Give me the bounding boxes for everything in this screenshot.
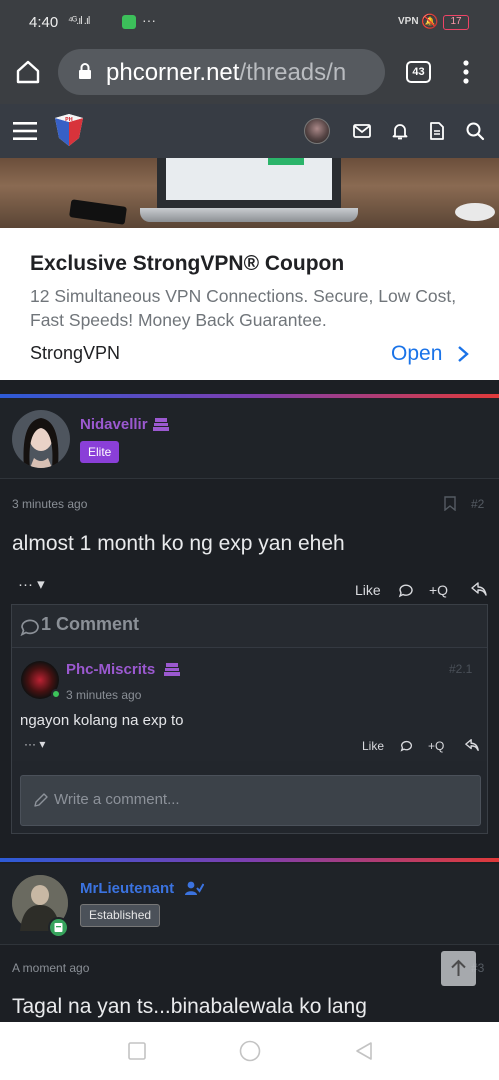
notification-app-icon <box>122 15 136 29</box>
rank-icon <box>164 663 180 676</box>
nav-home-icon[interactable] <box>239 1040 261 1062</box>
nav-back-icon[interactable] <box>354 1041 374 1061</box>
online-indicator <box>51 689 61 699</box>
ad-open-button[interactable]: Open <box>391 342 442 366</box>
battery-indicator: 17 <box>443 15 469 30</box>
home-icon[interactable] <box>15 59 41 85</box>
svg-text:PH: PH <box>65 117 73 123</box>
ad-screen-button <box>268 158 304 165</box>
divider <box>0 478 499 479</box>
url-host: phcorner.net <box>106 59 240 86</box>
arrow-up-icon <box>451 959 466 976</box>
comment-more-button[interactable]: ··· ▾ <box>24 737 45 751</box>
verified-user-icon <box>185 881 204 895</box>
hamburger-icon[interactable] <box>13 121 37 141</box>
search-icon[interactable] <box>465 121 485 141</box>
vpn-indicator: VPN <box>398 16 419 27</box>
kebab-icon[interactable] <box>458 58 474 86</box>
ad-brand: StrongVPN <box>30 343 121 363</box>
document-icon[interactable] <box>427 121 447 141</box>
ad-laptop-screen <box>166 158 332 200</box>
user-badge: Elite <box>80 441 120 463</box>
post-user-card <box>0 864 499 944</box>
comment-quote-button[interactable]: +Q <box>428 739 444 753</box>
status-time: 4:40 <box>29 14 59 31</box>
comment-author-name[interactable]: Phc-Miscrits <box>66 661 155 678</box>
lock-icon <box>79 63 91 79</box>
ad-laptop-base <box>140 208 358 222</box>
like-button[interactable]: Like <box>355 582 381 598</box>
post-number[interactable]: #2 <box>471 497 484 511</box>
post-author-name[interactable]: Nidavellir <box>80 416 148 433</box>
post-author-avatar[interactable] <box>12 410 70 468</box>
bookmark-icon[interactable] <box>444 496 456 511</box>
ad-title[interactable]: Exclusive StrongVPN® Coupon <box>30 252 344 276</box>
nav-recent-icon[interactable] <box>127 1041 147 1061</box>
share-icon[interactable] <box>471 581 487 597</box>
mail-icon[interactable] <box>352 121 372 141</box>
post-divider <box>0 858 499 862</box>
pencil-icon <box>34 793 48 807</box>
comment-more-label: ··· <box>24 737 36 751</box>
chevron-right-icon[interactable] <box>456 345 470 363</box>
url-path: /threads/n <box>239 59 347 86</box>
comment-like-button[interactable]: Like <box>362 739 384 753</box>
comments-title[interactable]: 1 Comment <box>41 614 139 635</box>
post-body: almost 1 month ko ng exp yan eheh <box>12 532 345 555</box>
post-user-card <box>0 398 499 478</box>
user-badge: Established <box>80 904 161 927</box>
scroll-to-top-button[interactable] <box>441 951 476 986</box>
more-options-label: ··· <box>18 576 33 593</box>
write-comment-placeholder[interactable]: Write a comment... <box>54 791 180 808</box>
comment-icon[interactable] <box>398 582 414 598</box>
mute-icon: 🔕 <box>421 13 439 29</box>
ad-description: 12 Simultaneous VPN Connections. Secure,… <box>30 286 457 330</box>
post-author-name[interactable]: MrLieutenant <box>80 880 174 897</box>
more-notifications-indicator: ··· <box>142 12 156 28</box>
user-avatar[interactable] <box>304 118 330 144</box>
comment-number[interactable]: #2.1 <box>449 662 472 676</box>
comment-body: ngayon kolang na exp to <box>20 712 184 729</box>
post-time[interactable]: A moment ago <box>12 961 89 975</box>
quote-button[interactable]: +Q <box>429 582 448 598</box>
signal-indicator: ⁴ᴳ.ıl .ıl <box>68 15 90 27</box>
site-logo[interactable]: PH <box>51 112 87 148</box>
comment-icon <box>20 619 39 636</box>
tabs-icon[interactable]: 43 <box>406 61 431 83</box>
rank-icon <box>153 418 169 431</box>
ad-mouse-illustration <box>455 203 495 221</box>
established-badge-icon <box>48 917 69 938</box>
divider <box>0 944 499 945</box>
more-options-button[interactable]: ··· ▾ <box>18 575 45 593</box>
share-icon[interactable] <box>465 738 479 752</box>
post-time[interactable]: 3 minutes ago <box>12 497 87 511</box>
bell-icon[interactable] <box>390 121 410 141</box>
comment-time[interactable]: 3 minutes ago <box>66 688 141 702</box>
post-body: Tagal na yan ts...binabalewala ko lang <box>12 995 367 1018</box>
comment-reply-icon[interactable] <box>400 739 413 752</box>
url-text[interactable]: phcorner.net/threads/n <box>106 59 383 87</box>
